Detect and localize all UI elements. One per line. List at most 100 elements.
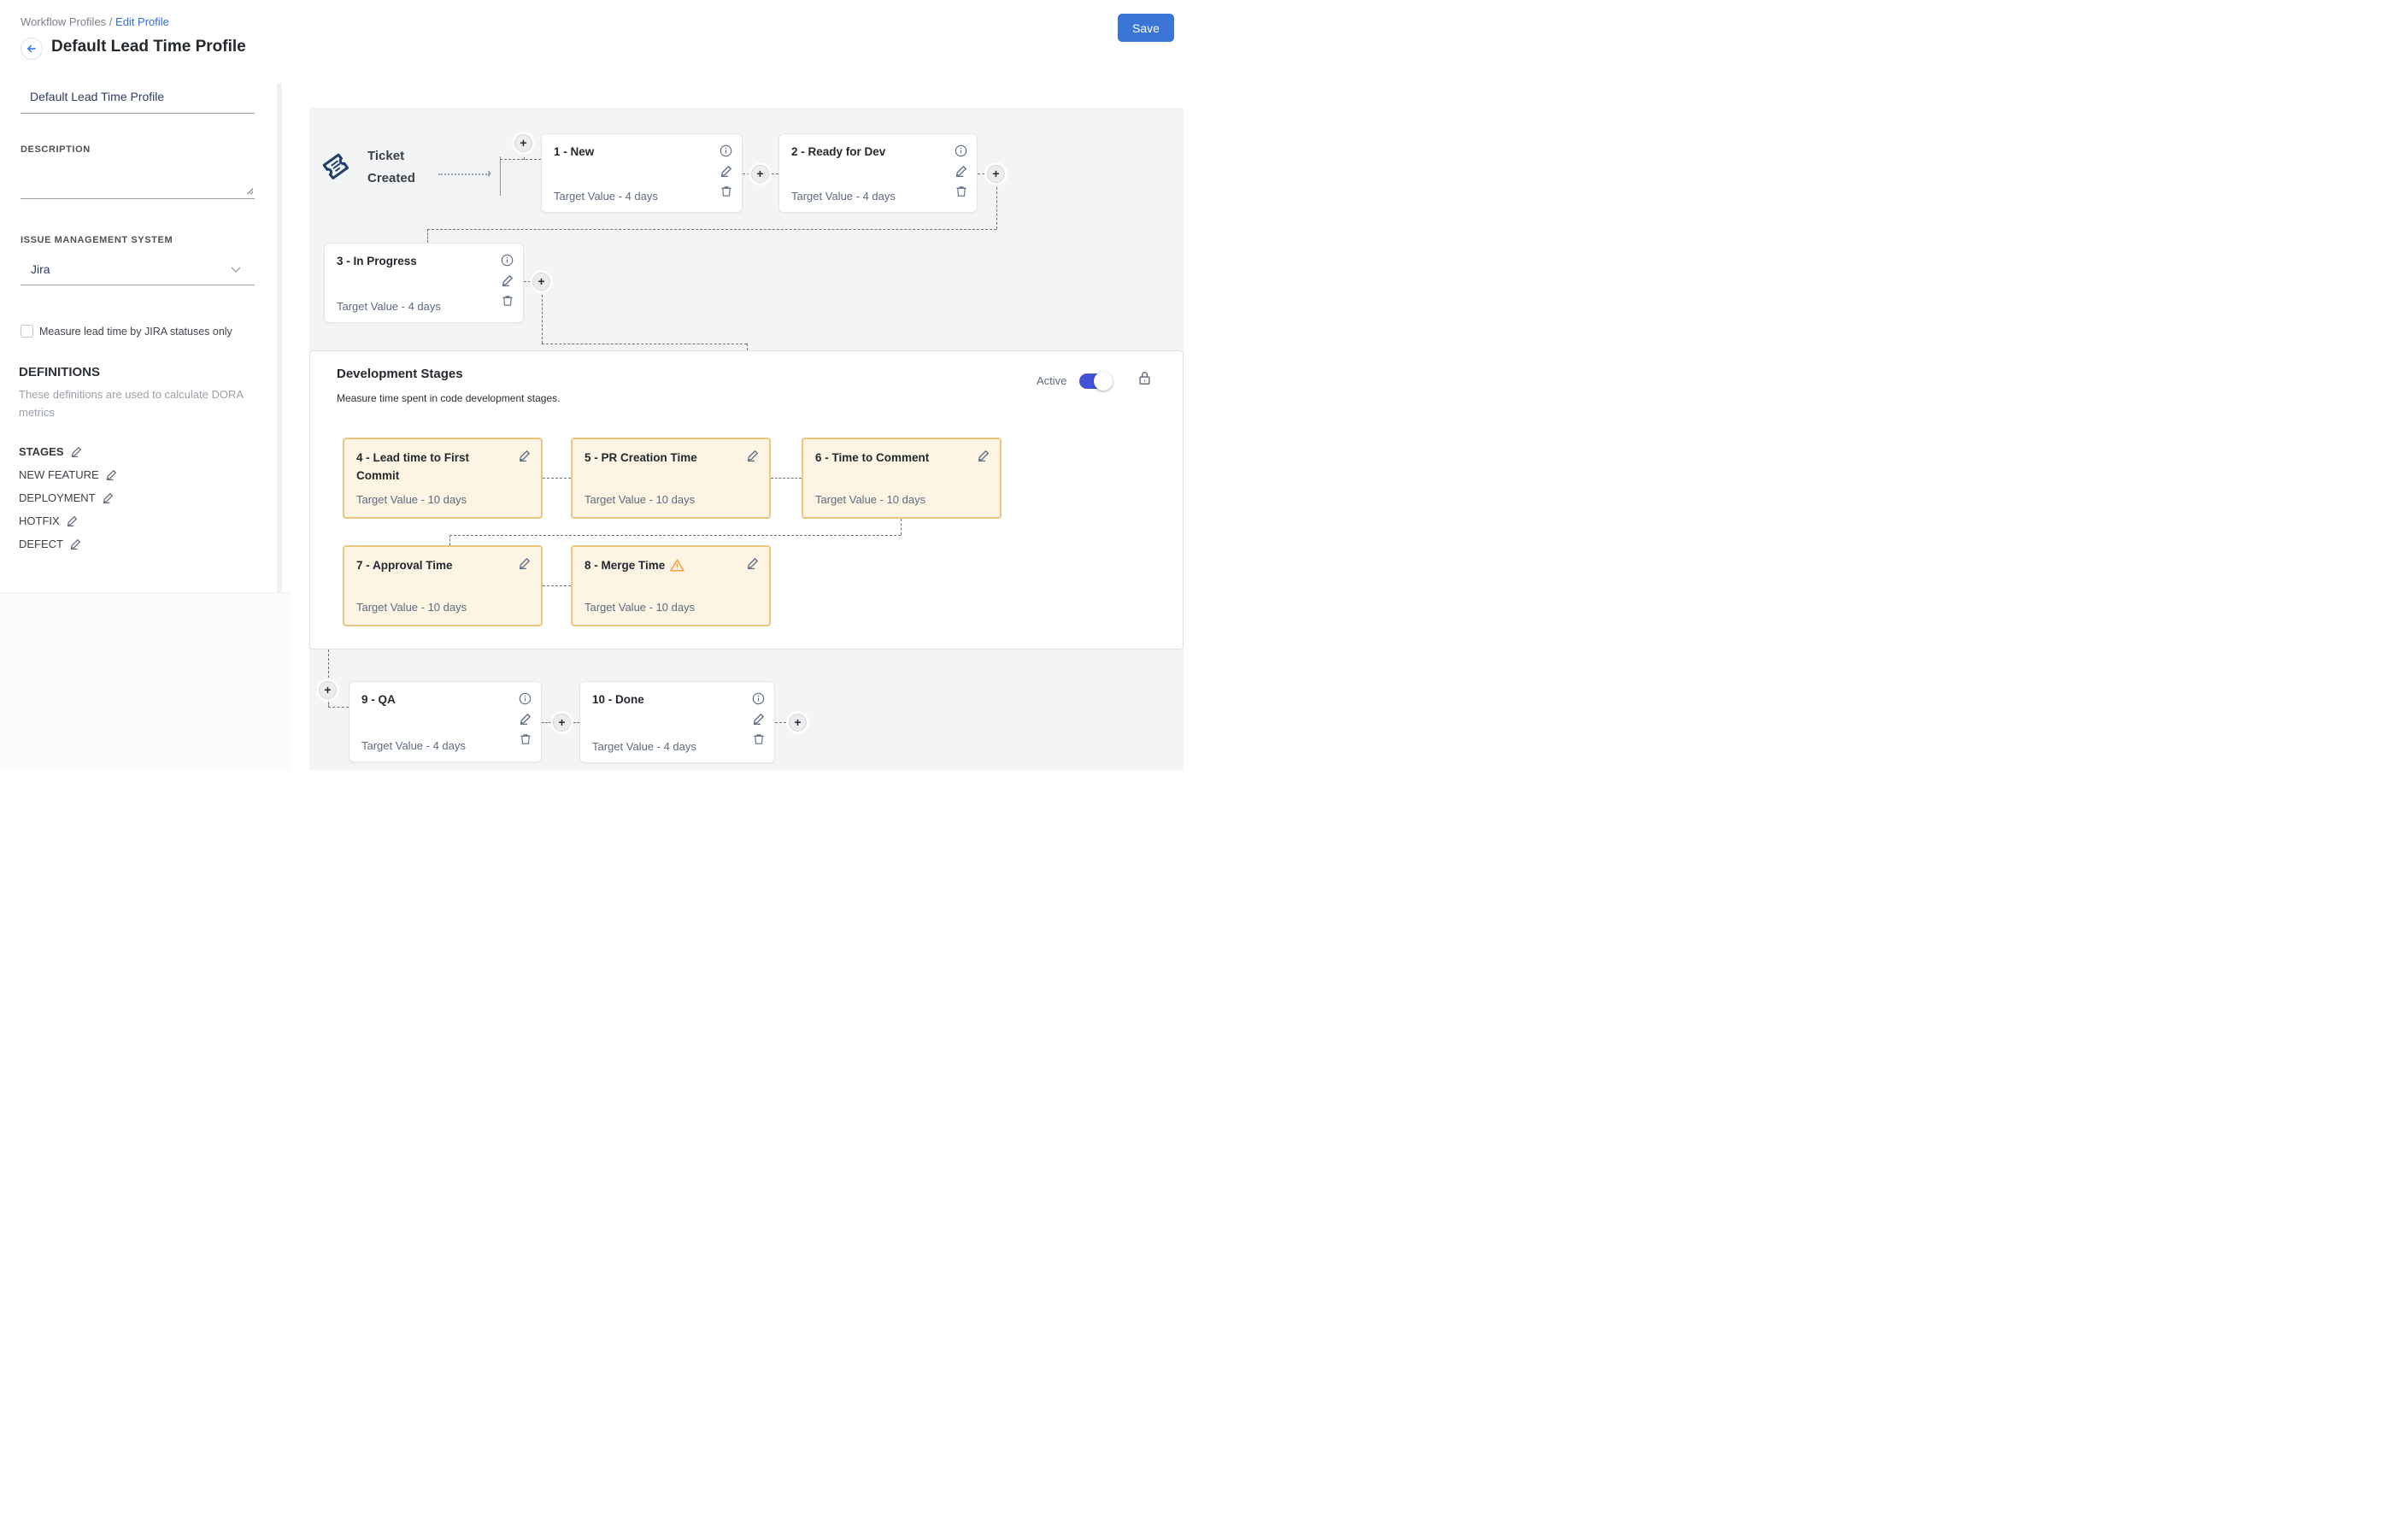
breadcrumb-workflow-profiles[interactable]: Workflow Profiles	[21, 15, 106, 28]
issue-management-system-select[interactable]: Jira	[21, 258, 255, 285]
edit-pencil-icon[interactable]	[70, 538, 81, 550]
deployment-label: DEPLOYMENT	[19, 491, 96, 504]
trash-icon[interactable]	[520, 732, 532, 745]
trash-icon[interactable]	[502, 294, 514, 307]
trash-icon[interactable]	[753, 732, 765, 745]
info-icon[interactable]	[752, 692, 765, 705]
connector	[570, 722, 579, 723]
sidebar-item-deployment[interactable]: DEPLOYMENT	[19, 491, 114, 504]
sidebar-item-defect[interactable]: DEFECT	[19, 538, 81, 550]
add-stage-button[interactable]: +	[514, 134, 532, 152]
stage-card-1-new[interactable]: 1 - New Target Value - 4 days	[541, 133, 743, 213]
stage-title: 3 - In Progress	[337, 255, 417, 267]
trash-icon[interactable]	[955, 185, 967, 197]
jira-statuses-checkbox[interactable]	[21, 325, 33, 338]
edit-pencil-icon[interactable]	[103, 492, 114, 503]
issue-management-system-label: ISSUE MANAGEMENT SYSTEM	[21, 235, 173, 245]
sidebar-lower-background	[0, 592, 290, 770]
stage-card-10-done[interactable]: 10 - Done Target Value - 4 days	[579, 681, 775, 763]
ticket-icon	[319, 149, 358, 188]
hotfix-label: HOTFIX	[19, 514, 60, 527]
resize-grip-icon[interactable]	[244, 185, 254, 195]
back-button[interactable]	[21, 38, 43, 60]
edit-pencil-icon[interactable]	[519, 450, 531, 461]
info-icon[interactable]	[501, 254, 514, 267]
add-stage-button[interactable]: +	[987, 165, 1005, 183]
dev-stage-card-5-pr-creation-time[interactable]: 5 - PR Creation Time Target Value - 10 d…	[571, 438, 771, 519]
sidebar-item-hotfix[interactable]: HOTFIX	[19, 514, 78, 527]
stage-target-value: Target Value - 4 days	[554, 190, 658, 203]
connector	[542, 291, 543, 344]
development-stages-panel: Development Stages Measure time spent in…	[309, 350, 1184, 650]
profile-name-input[interactable]	[21, 83, 255, 114]
lock-icon[interactable]	[1137, 370, 1152, 385]
stage-card-9-qa[interactable]: 9 - QA Target Value - 4 days	[349, 681, 542, 762]
definitions-title: DEFINITIONS	[19, 365, 100, 379]
edit-pencil-icon[interactable]	[519, 557, 531, 569]
stage-title: 7 - Approval Time	[356, 556, 507, 574]
trash-icon[interactable]	[720, 185, 732, 197]
toggle-thumb	[1094, 372, 1113, 391]
connector	[449, 535, 901, 536]
sidebar-divider	[277, 83, 282, 592]
warning-icon[interactable]	[670, 561, 684, 574]
info-icon[interactable]	[720, 144, 732, 157]
edit-pencil-icon[interactable]	[747, 450, 759, 461]
definitions-description: These definitions are used to calculate …	[19, 385, 258, 421]
start-node-label: Ticket Created	[367, 145, 415, 190]
edit-pencil-icon[interactable]	[71, 446, 82, 457]
sidebar-item-new-feature[interactable]: NEW FEATURE	[19, 468, 117, 481]
add-stage-button[interactable]: +	[553, 714, 571, 732]
info-icon[interactable]	[519, 692, 532, 705]
sidebar: DESCRIPTION ISSUE MANAGEMENT SYSTEM Jira…	[0, 83, 277, 592]
connector	[771, 478, 802, 479]
edit-pencil-icon[interactable]	[747, 557, 759, 569]
stage-card-2-ready-for-dev[interactable]: 2 - Ready for Dev Target Value - 4 days	[778, 133, 978, 213]
edit-pencil-icon[interactable]	[720, 165, 732, 177]
sidebar-item-stages[interactable]: STAGES	[19, 445, 82, 458]
page-title: Default Lead Time Profile	[51, 38, 246, 56]
stages-label: STAGES	[19, 445, 64, 458]
edit-pencil-icon[interactable]	[955, 165, 967, 177]
dev-stage-card-6-time-to-comment[interactable]: 6 - Time to Comment Target Value - 10 da…	[802, 438, 1002, 519]
flow-dotted-arrow	[438, 173, 490, 175]
stage-target-value: Target Value - 10 days	[585, 601, 695, 614]
add-stage-button[interactable]: +	[319, 681, 337, 699]
stage-target-value: Target Value - 10 days	[815, 493, 925, 506]
edit-pencil-icon[interactable]	[520, 713, 532, 725]
edit-pencil-icon[interactable]	[753, 713, 765, 725]
edit-pencil-icon[interactable]	[978, 450, 990, 461]
issue-management-system-value: Jira	[31, 262, 50, 276]
breadcrumb-edit-profile[interactable]: Edit Profile	[115, 15, 169, 28]
active-label: Active	[1037, 374, 1066, 387]
stage-title: 5 - PR Creation Time	[585, 449, 735, 467]
dev-stage-card-7-approval-time[interactable]: 7 - Approval Time Target Value - 10 days	[343, 545, 543, 626]
stage-target-value: Target Value - 4 days	[592, 740, 696, 753]
stage-card-3-in-progress[interactable]: 3 - In Progress Target Value - 4 days	[324, 243, 524, 323]
add-stage-button[interactable]: +	[751, 165, 769, 183]
connector	[747, 344, 748, 350]
chevron-down-icon	[231, 267, 241, 273]
stage-title: 2 - Ready for Dev	[791, 145, 885, 158]
connector	[543, 585, 571, 586]
info-icon[interactable]	[955, 144, 967, 157]
description-textarea[interactable]	[21, 162, 255, 199]
edit-pencil-icon[interactable]	[502, 274, 514, 286]
stage-title: 9 - QA	[361, 693, 396, 706]
stage-title: 10 - Done	[592, 693, 644, 706]
stage-target-value: Target Value - 10 days	[585, 493, 695, 506]
edit-pencil-icon[interactable]	[67, 515, 78, 526]
connector	[427, 229, 428, 243]
add-stage-button[interactable]: +	[532, 273, 550, 291]
breadcrumb: Workflow Profiles / Edit Profile	[21, 15, 169, 28]
dev-stage-card-4-lead-time-to-first-commit[interactable]: 4 - Lead time to First Commit Target Val…	[343, 438, 543, 519]
stage-target-value: Target Value - 4 days	[791, 190, 896, 203]
connector	[449, 535, 450, 545]
edit-pencil-icon[interactable]	[106, 469, 117, 480]
stage-target-value: Target Value - 10 days	[356, 601, 467, 614]
panel-title: Development Stages	[337, 367, 463, 381]
dev-stage-card-8-merge-time[interactable]: 8 - Merge Time Target Value - 10 days	[571, 545, 771, 626]
active-toggle[interactable]	[1079, 373, 1110, 389]
add-stage-button[interactable]: +	[789, 714, 807, 732]
save-button[interactable]: Save	[1118, 14, 1174, 42]
